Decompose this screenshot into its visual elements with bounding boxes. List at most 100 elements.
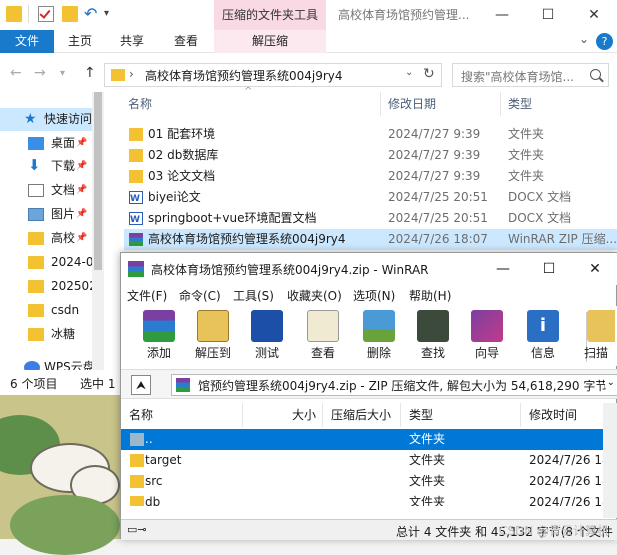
address-field[interactable]: › 高校体育场馆预约管理系统004j9ry4 ⌄ ↻: [104, 63, 442, 87]
list-item[interactable]: src 文件夹 2024/7/26 18: [121, 471, 610, 492]
picture-icon: [28, 208, 44, 221]
file-row[interactable]: 01 配套环境 2024/7/27 9:39 文件夹: [124, 124, 617, 145]
properties-icon[interactable]: [38, 6, 54, 22]
chevron-down-icon[interactable]: ⌄: [579, 32, 589, 46]
column-header-type[interactable]: 类型: [401, 403, 521, 427]
new-folder-icon[interactable]: [62, 6, 78, 22]
find-button[interactable]: 查找: [409, 308, 457, 364]
sidebar-item-folder[interactable]: 2024-0: [0, 251, 92, 274]
delete-button[interactable]: 删除: [355, 308, 403, 364]
sidebar-item-folder[interactable]: 202502: [0, 275, 92, 298]
watermark: CSDN @青云计算机: [499, 524, 610, 538]
extract-to-button[interactable]: 解压到: [189, 308, 237, 364]
folder-icon: [28, 304, 44, 317]
minimize-button[interactable]: —: [480, 253, 526, 285]
up-arrow-icon[interactable]: ↑: [84, 65, 96, 81]
sidebar-item-folder[interactable]: csdn: [0, 299, 92, 322]
column-header-size[interactable]: 大小: [243, 403, 323, 427]
toolbar-label: 扫描: [583, 346, 608, 360]
sidebar-item-label: 快速访问: [44, 112, 92, 126]
column-header-type[interactable]: 类型: [508, 92, 532, 116]
sidebar-item-desktop[interactable]: 桌面 📌: [0, 132, 92, 155]
menu-commands[interactable]: 命令(C): [179, 287, 221, 304]
title-bar: ↶ ▾ 压缩的文件夹工具 高校体育场馆预约管理... — ☐ ✕: [0, 0, 617, 30]
delete-icon: [363, 310, 395, 342]
help-icon[interactable]: ?: [596, 33, 613, 50]
file-type: DOCX 文档: [508, 211, 572, 225]
undo-icon[interactable]: ↶: [84, 6, 100, 22]
search-icon[interactable]: [590, 69, 601, 80]
tab-file[interactable]: 文件: [0, 30, 54, 53]
sidebar-item-folder[interactable]: 冰糖: [0, 323, 92, 346]
chevron-down-icon[interactable]: ⌄: [405, 67, 413, 78]
tab-share[interactable]: 共享: [110, 30, 154, 53]
sidebar-item-label: csdn: [51, 303, 80, 317]
file-date: 2024/7/27 9:39: [388, 148, 481, 162]
search-placeholder[interactable]: 搜索"高校体育场馆...: [461, 68, 581, 85]
menu-options[interactable]: 选项(N): [353, 287, 395, 304]
file-row[interactable]: springboot+vue环境配置文档 2024/7/25 20:51 DOC…: [124, 208, 617, 231]
sidebar-item-folder[interactable]: 高校 📌: [0, 227, 92, 250]
chevron-right-icon[interactable]: ›: [129, 67, 134, 81]
tab-home[interactable]: 主页: [58, 30, 102, 53]
folder-icon: [28, 280, 44, 293]
menu-file[interactable]: 文件(F): [127, 287, 167, 304]
sidebar-scrollbar[interactable]: [92, 92, 104, 370]
info-button[interactable]: i 信息: [519, 308, 567, 364]
menu-help[interactable]: 帮助(H): [409, 287, 451, 304]
list-item[interactable]: target 文件夹 2024/7/26 18: [121, 450, 610, 471]
scrollbar-thumb[interactable]: [94, 92, 102, 270]
column-header-name[interactable]: 名称: [128, 92, 152, 116]
sidebar-item-documents[interactable]: 文档 📌: [0, 179, 92, 202]
archive-path-field[interactable]: 馆预约管理系统004j9ry4.zip - ZIP 压缩文件, 解包大小为 54…: [171, 374, 617, 396]
column-header-name[interactable]: 名称: [121, 403, 243, 427]
window-title: 高校体育场馆预约管理...: [338, 8, 470, 22]
divider[interactable]: [380, 92, 381, 116]
list-item-selected[interactable]: .. 文件夹: [121, 429, 603, 450]
up-one-level-button[interactable]: ⮝: [131, 375, 151, 395]
address-path[interactable]: 高校体育场馆预约管理系统004j9ry4: [145, 67, 343, 84]
file-row[interactable]: 02 db数据库 2024/7/27 9:39 文件夹: [124, 145, 617, 166]
tab-extract[interactable]: 解压缩: [214, 30, 326, 53]
folder-icon[interactable]: [6, 6, 22, 22]
item-name: db: [145, 495, 161, 506]
pin-icon: 📌: [76, 185, 88, 195]
maximize-button[interactable]: ☐: [525, 0, 571, 30]
menu-favorites[interactable]: 收藏夹(O): [287, 287, 342, 304]
scan-icon: [587, 310, 615, 342]
chevron-down-icon[interactable]: ⌄: [604, 377, 615, 388]
archive-path[interactable]: 馆预约管理系统004j9ry4.zip - ZIP 压缩文件, 解包大小为 54…: [198, 377, 607, 394]
column-header-packed[interactable]: 压缩后大小: [323, 403, 401, 427]
back-arrow-icon[interactable]: ←: [10, 65, 22, 81]
sidebar-item-pictures[interactable]: 图片 📌: [0, 203, 92, 226]
toolbar-label: 信息: [530, 346, 555, 360]
quick-access-dropdown-icon[interactable]: ▾: [104, 6, 120, 22]
close-button[interactable]: ✕: [571, 0, 617, 30]
list-item[interactable]: db 文件夹 2024/7/26 18: [121, 492, 603, 506]
add-button[interactable]: 添加: [135, 308, 183, 364]
file-row-selected[interactable]: 高校体育场馆预约管理系统004j9ry4 2024/7/26 18:07 Win…: [124, 229, 617, 250]
view-button[interactable]: 查看: [299, 308, 347, 364]
divider[interactable]: [500, 92, 501, 116]
tab-view[interactable]: 查看: [164, 30, 208, 53]
scan-button[interactable]: 扫描: [575, 308, 615, 364]
forward-arrow-icon[interactable]: →: [34, 65, 46, 81]
column-header-modified[interactable]: 修改时间: [521, 403, 603, 427]
file-row[interactable]: 03 论文文档 2024/7/27 9:39 文件夹: [124, 166, 617, 187]
recent-dropdown-icon[interactable]: ▾: [60, 68, 65, 79]
wizard-button[interactable]: 向导: [463, 308, 511, 364]
maximize-button[interactable]: ☐: [526, 253, 572, 285]
search-input[interactable]: 搜索"高校体育场馆...: [452, 63, 609, 87]
sidebar-item-quick-access[interactable]: ★ 快速访问: [0, 108, 92, 131]
close-button[interactable]: ✕: [572, 253, 617, 285]
menu-tools[interactable]: 工具(S): [233, 287, 274, 304]
sidebar-item-downloads[interactable]: ⬇ 下载 📌: [0, 155, 92, 178]
column-header-date[interactable]: 修改日期: [388, 92, 436, 116]
file-row[interactable]: biyei论文 2024/7/25 20:51 DOCX 文档: [124, 187, 617, 210]
refresh-icon[interactable]: ↻: [423, 66, 435, 82]
test-button[interactable]: 测试: [243, 308, 291, 364]
minimize-button[interactable]: —: [479, 0, 525, 30]
pin-icon: 📌: [76, 138, 88, 148]
vertical-scrollbar[interactable]: [603, 403, 617, 518]
file-name: biyei论文: [148, 190, 201, 204]
